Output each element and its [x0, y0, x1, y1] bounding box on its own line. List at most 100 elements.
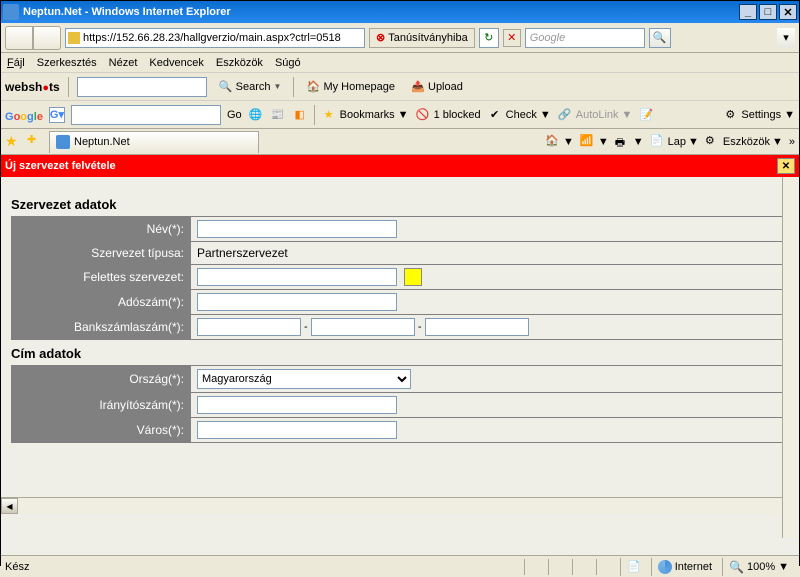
search-box[interactable]: Google: [525, 28, 645, 48]
google-go-button[interactable]: Go: [227, 109, 242, 121]
upload-icon: 📤: [411, 80, 425, 94]
tools-tool[interactable]: ⚙Eszközök▼: [705, 134, 783, 150]
blocked-icon: 🚫: [415, 107, 431, 123]
printer-icon: 🖶: [615, 134, 631, 150]
lookup-parent-org-button[interactable]: [404, 268, 422, 286]
scroll-track[interactable]: [18, 498, 782, 514]
home-tool[interactable]: 🏠▼: [545, 134, 574, 150]
menu-favorites[interactable]: Kedvencek: [149, 57, 203, 69]
webshots-search-button[interactable]: 🔍 Search ▼: [215, 78, 286, 96]
feed-tool[interactable]: 📶▼: [580, 134, 609, 150]
banner-close-button[interactable]: ✕: [777, 158, 795, 174]
print-tool[interactable]: 🖶▼: [615, 134, 644, 150]
google-search-input[interactable]: [71, 105, 221, 125]
tab-favicon: [56, 135, 70, 149]
autofill-icon[interactable]: 📝: [638, 107, 654, 123]
vertical-scrollbar[interactable]: [782, 177, 799, 538]
nav-toolbar: ⊗ Tanúsítványhiba ↻ ✕ Google 🔍 ▾: [1, 23, 799, 53]
back-button[interactable]: [5, 26, 33, 50]
menu-edit[interactable]: Szerkesztés: [37, 57, 97, 69]
cert-label: Tanúsítványhiba: [388, 32, 468, 44]
input-zip[interactable]: [197, 396, 397, 414]
autolink-icon: 🔗: [557, 107, 573, 123]
zoom-icon: 🔍: [729, 560, 744, 574]
autolink-button[interactable]: 🔗 AutoLink▼: [557, 107, 633, 123]
address-bar[interactable]: [65, 28, 365, 48]
label-parent-org: Felettes szervezet:: [12, 265, 190, 289]
search-button[interactable]: 🔍: [649, 28, 671, 48]
forward-button[interactable]: [33, 26, 61, 50]
horizontal-scrollbar[interactable]: ◀ ▶: [1, 497, 799, 514]
content-area: Új szervezet felvétele ✕ Szervezet adato…: [1, 155, 799, 555]
popup-blocked-button[interactable]: 🚫 1 blocked: [415, 107, 481, 123]
input-bank-1[interactable]: [197, 318, 301, 336]
settings-button[interactable]: ⚙ Settings▼: [722, 107, 795, 123]
input-name[interactable]: [197, 220, 397, 238]
input-bank-3[interactable]: [425, 318, 529, 336]
gear-icon: ⚙: [705, 134, 721, 150]
url-input[interactable]: [83, 32, 362, 44]
webshots-combo[interactable]: [77, 77, 207, 97]
address-form-table: Ország(*): Magyarország Irányítószám(*):…: [11, 365, 789, 443]
refresh-button[interactable]: ↻: [479, 28, 499, 48]
home-icon: 🏠: [306, 80, 320, 94]
menu-bar: FFájlájl Szerkesztés Nézet Kedvencek Esz…: [1, 53, 799, 73]
check-button[interactable]: ✔ Check▼: [487, 107, 551, 123]
news-icon[interactable]: 📰: [270, 107, 286, 123]
ie-icon: [3, 4, 19, 20]
maximize-button[interactable]: □: [759, 4, 777, 20]
my-homepage-button[interactable]: 🏠 My Homepage: [302, 78, 399, 96]
certificate-warning[interactable]: ⊗ Tanúsítványhiba: [369, 28, 475, 48]
titlebar: Neptun.Net - Windows Internet Explorer _…: [1, 1, 799, 23]
status-box-1: [524, 559, 544, 575]
webshots-toolbar: websh●ts 🔍 Search ▼ 🏠 My Homepage 📤 Uplo…: [1, 73, 799, 101]
bookmarks-button[interactable]: ★ Bookmarks▼: [321, 107, 409, 123]
earth-icon[interactable]: 🌐: [248, 107, 264, 123]
status-zoom[interactable]: 🔍 100% ▼: [722, 558, 795, 576]
home-icon: 🏠: [545, 134, 561, 150]
minimize-button[interactable]: _: [739, 4, 757, 20]
input-tax[interactable]: [197, 293, 397, 311]
favorites-star-icon[interactable]: ★: [5, 133, 23, 151]
input-bank-2[interactable]: [311, 318, 415, 336]
rss-icon: 📶: [580, 134, 596, 150]
status-box-2: [548, 559, 568, 575]
value-type: Partnerszervezet: [191, 242, 788, 264]
add-favorite-icon[interactable]: ✚: [27, 133, 45, 151]
status-protected-mode: 📄: [620, 558, 647, 576]
page-tool[interactable]: 📄Lap▼: [650, 134, 699, 150]
shield-icon: 📄: [627, 560, 641, 573]
menu-tools[interactable]: Eszközök: [216, 57, 263, 69]
input-city[interactable]: [197, 421, 397, 439]
status-zone: Internet: [651, 558, 718, 576]
menu-help[interactable]: Súgó: [275, 57, 301, 69]
label-bank: Bankszámlaszám(*):: [12, 315, 190, 339]
chevron-down-icon: ▼: [778, 561, 789, 573]
google-g-icon[interactable]: G▾: [49, 107, 65, 123]
page-banner: Új szervezet felvétele ✕: [1, 155, 799, 177]
label-tax: Adószám(*):: [12, 290, 190, 314]
cert-error-icon: ⊗: [376, 31, 385, 44]
select-country[interactable]: Magyarország: [197, 369, 411, 389]
upload-button[interactable]: 📤 Upload: [407, 78, 467, 96]
status-box-3: [572, 559, 592, 575]
scroll-left-button[interactable]: ◀: [1, 498, 18, 514]
section-org-data: Szervezet adatok: [11, 197, 789, 212]
command-bar: 🏠▼ 📶▼ 🖶▼ 📄Lap▼ ⚙Eszközök▼ »: [545, 134, 795, 150]
close-button[interactable]: ✕: [779, 4, 797, 20]
status-bar: Kész 📄 Internet 🔍 100% ▼: [1, 555, 799, 577]
star-icon: ★: [321, 107, 337, 123]
stop-button[interactable]: ✕: [503, 29, 521, 47]
toolbar-options-button[interactable]: ▾: [777, 28, 795, 48]
menu-file[interactable]: FFájlájl: [7, 57, 25, 69]
chevrons-icon[interactable]: »: [789, 136, 795, 148]
banner-title: Új szervezet felvétele: [5, 160, 116, 172]
label-city: Város(*):: [12, 418, 190, 442]
status-box-4: [596, 559, 616, 575]
input-parent-org[interactable]: [197, 268, 397, 286]
section-address-data: Cím adatok: [11, 346, 789, 361]
tab-neptun[interactable]: Neptun.Net: [49, 131, 259, 153]
menu-view[interactable]: Nézet: [109, 57, 138, 69]
org-form-table: Név(*): Szervezet típusa: Partnerszervez…: [11, 216, 789, 340]
blogger-icon[interactable]: ◧: [292, 107, 308, 123]
